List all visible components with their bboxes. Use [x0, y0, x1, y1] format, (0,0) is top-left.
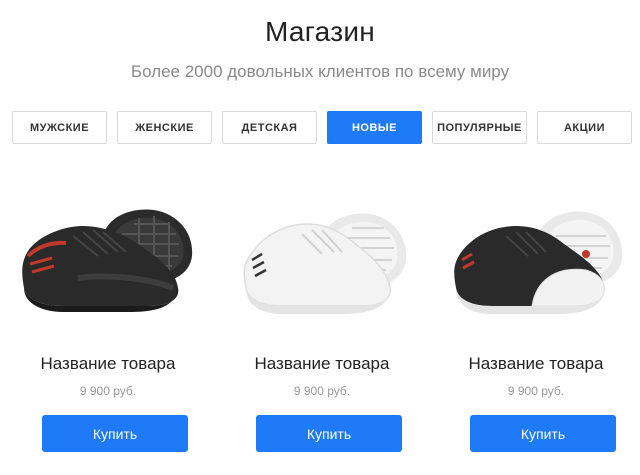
product-name: Название товара — [40, 354, 176, 373]
tab-women[interactable]: Женские — [117, 111, 212, 144]
tab-sales[interactable]: Акции — [537, 111, 632, 144]
page-title: Магазин — [264, 16, 376, 47]
tab-popular[interactable]: Популярные — [432, 111, 527, 144]
category-tabs: Мужские Женские Детская Новые Популярные… — [12, 111, 632, 144]
tab-new[interactable]: Новые — [327, 111, 422, 144]
product-grid: Название товара 9 900 руб. Купить Назван… — [0, 190, 640, 475]
product-name: Название товара — [254, 354, 390, 373]
product-price: 9 900 руб. — [293, 384, 351, 398]
product-price: 9 900 руб. — [507, 384, 565, 398]
buy-button[interactable]: Купить — [470, 415, 616, 452]
buy-button[interactable]: Купить — [42, 415, 188, 452]
product-name: Название товара — [468, 354, 604, 373]
product-card: Название товара 9 900 руб. Купить — [436, 190, 636, 475]
product-card: Название товара 9 900 руб. Купить — [222, 190, 422, 475]
white-sneaker-icon[interactable] — [222, 196, 422, 321]
black-white-sneaker-icon[interactable] — [436, 196, 636, 321]
product-card: Название товара 9 900 руб. Купить — [8, 190, 208, 475]
tab-kids[interactable]: Детская — [222, 111, 317, 144]
buy-button[interactable]: Купить — [256, 415, 402, 452]
product-price: 9 900 руб. — [79, 384, 137, 398]
page-subtitle: Более 2000 довольных клиентов по всему м… — [130, 62, 510, 81]
shop-page: Магазин Более 2000 довольных клиентов по… — [0, 0, 640, 475]
black-sneaker-icon[interactable] — [8, 196, 208, 321]
tab-men[interactable]: Мужские — [12, 111, 107, 144]
